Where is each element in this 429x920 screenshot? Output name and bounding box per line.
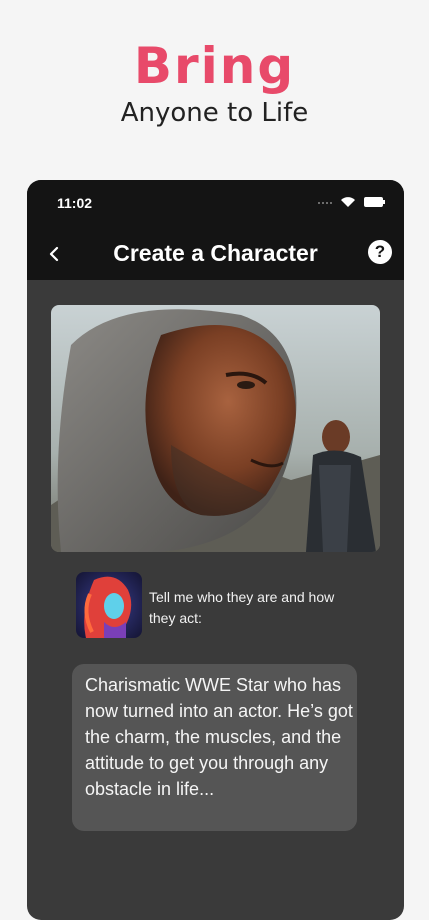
character-avatar (76, 572, 142, 638)
status-icons (318, 196, 386, 208)
battery-icon (364, 197, 385, 207)
wifi-icon (341, 197, 355, 207)
hero-title: Bring (133, 37, 296, 95)
app-bar: Create a Character ? (27, 228, 404, 280)
hero-subtitle: Anyone to Life (120, 98, 309, 128)
status-time: 11:02 (57, 195, 93, 211)
character-portrait-image (51, 305, 380, 552)
status-bar: 11:02 (27, 180, 404, 228)
character-description: Charismatic WWE Star who has now turned … (85, 675, 353, 799)
page-title: Create a Character (113, 240, 318, 266)
character-prompt: Tell me who they are and how they act: (149, 589, 335, 626)
phone-frame: 11:02 Create a Character ? Tell me who t… (27, 180, 404, 920)
description-bubble[interactable]: Charismatic WWE Star who has now turned … (72, 664, 357, 831)
help-button[interactable]: ? (368, 240, 392, 264)
signal-dots-icon (318, 200, 332, 204)
